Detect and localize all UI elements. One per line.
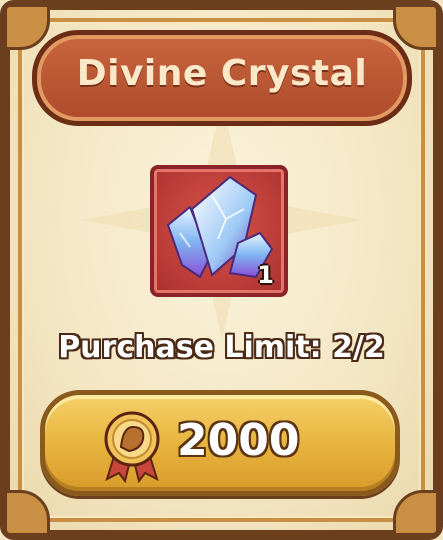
medal-icon <box>104 411 160 483</box>
title-banner: Divine Crystal <box>32 30 412 126</box>
item-title: Divine Crystal <box>76 53 368 94</box>
item-quantity: 1 <box>257 261 274 289</box>
purchase-limit-label: Purchase Limit: 2/2 <box>58 330 385 365</box>
item-slot[interactable]: 1 <box>150 165 288 297</box>
buy-button[interactable]: 2000 <box>40 390 400 496</box>
price-amount: 2000 <box>177 415 300 466</box>
